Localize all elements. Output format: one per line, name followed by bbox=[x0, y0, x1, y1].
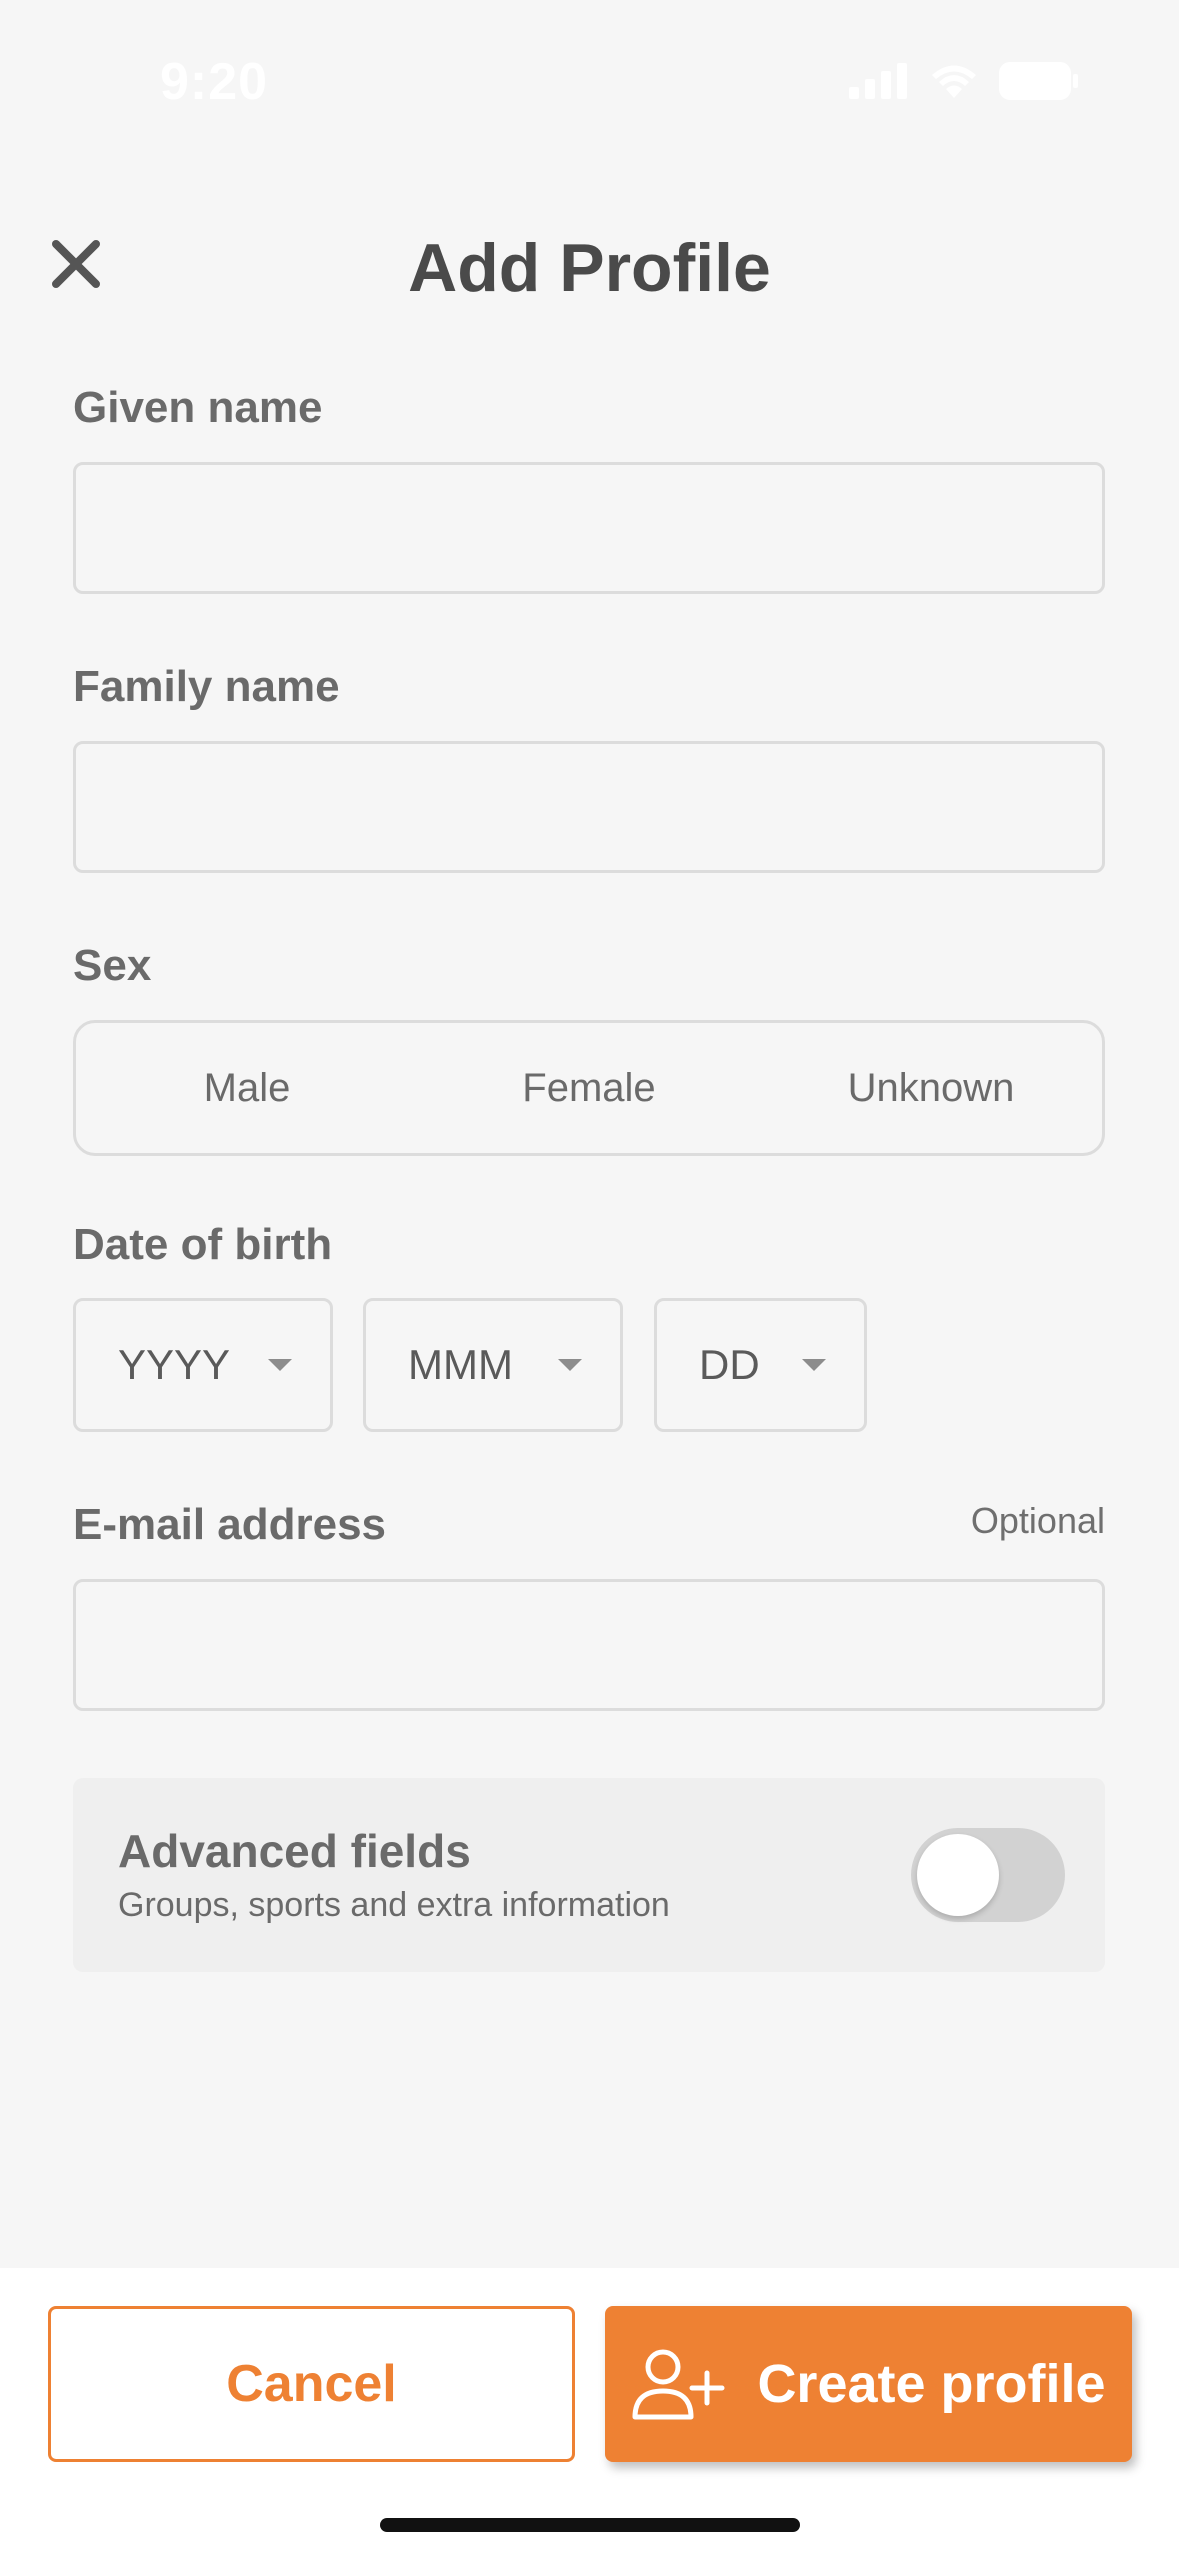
status-bar: 9:20 bbox=[0, 0, 1179, 140]
birth-year-value: YYYY bbox=[118, 1341, 231, 1388]
sex-label: Sex bbox=[73, 941, 152, 990]
signal-icon bbox=[849, 63, 907, 99]
wifi-icon bbox=[932, 65, 976, 98]
create-profile-button[interactable]: Create profile bbox=[605, 2306, 1132, 2462]
given-name-input[interactable] bbox=[73, 462, 1105, 594]
birth-month-value: MMM bbox=[408, 1341, 513, 1388]
status-icons bbox=[849, 62, 1079, 100]
family-name-label: Family name bbox=[73, 662, 340, 711]
home-indicator bbox=[380, 2518, 800, 2532]
sex-option-female[interactable]: Female bbox=[418, 1023, 760, 1153]
birth-day-select[interactable]: DD bbox=[654, 1298, 867, 1432]
page-title: Add Profile bbox=[408, 230, 771, 306]
sex-option-male[interactable]: Male bbox=[76, 1023, 418, 1153]
create-profile-label: Create profile bbox=[757, 2354, 1106, 2414]
family-name-input[interactable] bbox=[73, 741, 1105, 873]
sex-option-unknown[interactable]: Unknown bbox=[760, 1023, 1102, 1153]
advanced-fields-title: Advanced fields bbox=[118, 1825, 471, 1877]
advanced-fields-toggle[interactable] bbox=[911, 1828, 1065, 1922]
bottom-action-bar: Cancel Create profile bbox=[0, 2268, 1179, 2556]
birth-month-select[interactable]: MMM bbox=[363, 1298, 623, 1432]
birth-year-select[interactable]: YYYY bbox=[73, 1298, 333, 1432]
add-user-icon bbox=[632, 2349, 725, 2420]
email-label: E-mail address bbox=[73, 1500, 387, 1549]
advanced-fields-subtitle: Groups, sports and extra information bbox=[118, 1886, 670, 1924]
cancel-button[interactable]: Cancel bbox=[48, 2306, 575, 2462]
battery-icon bbox=[999, 62, 1078, 100]
chevron-down-icon bbox=[268, 1359, 292, 1371]
toggle-knob bbox=[917, 1834, 999, 1916]
given-name-label: Given name bbox=[73, 383, 323, 432]
advanced-fields-card: Advanced fields Groups, sports and extra… bbox=[73, 1778, 1105, 1972]
sex-segmented-control: Male Female Unknown bbox=[73, 1020, 1105, 1156]
birth-day-value: DD bbox=[699, 1341, 760, 1388]
chevron-down-icon bbox=[558, 1359, 582, 1371]
chevron-down-icon bbox=[802, 1359, 826, 1371]
email-input[interactable] bbox=[73, 1579, 1105, 1711]
status-time: 9:20 bbox=[160, 53, 269, 111]
date-of-birth-label: Date of birth bbox=[73, 1220, 333, 1269]
optional-label: Optional bbox=[970, 1500, 1105, 1541]
